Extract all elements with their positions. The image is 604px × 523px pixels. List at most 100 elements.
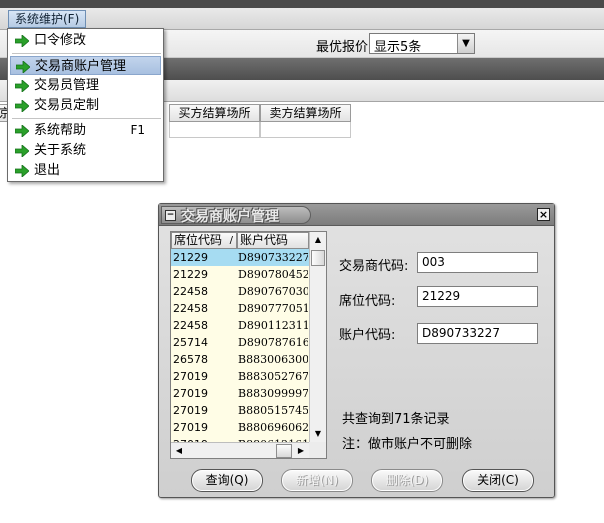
note-text: 注：做市账户不可删除 <box>342 437 473 452</box>
seat-code-field[interactable]: 21229 <box>417 286 538 307</box>
seat-code: 26578 <box>173 353 208 366</box>
seat-code: 27019 <box>173 387 208 400</box>
trader-code-field[interactable]: 003 <box>417 252 538 273</box>
top-strip <box>0 0 604 8</box>
arrow-right-icon <box>15 145 29 157</box>
seat-code: 22458 <box>173 319 208 332</box>
dialog-titlebar[interactable]: − 交易商账户管理 × <box>159 204 554 226</box>
scrollbar-corner <box>309 442 326 458</box>
account-code: B880696062 <box>238 421 308 434</box>
delete-button[interactable]: 删除(D) <box>371 469 443 492</box>
chevron-down-icon[interactable]: ▼ <box>457 34 474 53</box>
close-button[interactable]: 关闭(C) <box>462 469 534 492</box>
seat-code: 27019 <box>173 404 208 417</box>
list-item[interactable]: 27019 B883099997 <box>171 385 309 402</box>
seat-code-label: 席位代码: <box>339 294 396 309</box>
list-item[interactable]: 27019 B883052767 <box>171 368 309 385</box>
list-item[interactable]: 27019 B880696062 <box>171 419 309 436</box>
account-list[interactable]: 席位代码 / 账户代码 21229 D890733227 21229 D890780… <box>170 231 327 459</box>
menu-system-maintenance[interactable]: 系统维护(F) <box>8 10 87 28</box>
menu-item-about[interactable]: 关于系统 <box>10 141 161 160</box>
trader-code-label: 交易商代码: <box>339 259 409 274</box>
list-header-seat-label: 席位代码 <box>174 233 223 247</box>
menu-item-label: 系统帮助 <box>34 123 87 138</box>
seat-code: 21229 <box>173 251 208 264</box>
seat-code: 25714 <box>173 336 208 349</box>
menu-item-label: 交易员定制 <box>34 98 100 113</box>
menu-item-label: 交易商账户管理 <box>35 59 127 74</box>
dialog-title: 交易商账户管理 <box>181 209 279 225</box>
menu-item-trader-management[interactable]: 交易员管理 <box>10 76 161 95</box>
sort-indicator: / <box>229 235 233 246</box>
account-code: B883052767 <box>238 370 308 383</box>
trader-account-dialog: − 交易商账户管理 × 席位代码 / 账户代码 21229 D890733227 … <box>158 203 555 498</box>
menu-item-exit[interactable]: 退出 <box>10 161 161 180</box>
best-price-value: 显示5条 <box>374 40 422 55</box>
account-code: D890767030 <box>238 285 308 298</box>
account-code: D890733227 <box>238 251 308 264</box>
arrow-right-icon <box>15 125 29 137</box>
seat-code: 21229 <box>173 268 208 281</box>
account-code: D890112311 <box>238 319 308 332</box>
scroll-down-icon[interactable]: ▼ <box>310 426 326 442</box>
account-code: D890777051 <box>238 302 308 315</box>
grid-cell[interactable] <box>260 122 351 138</box>
list-item[interactable]: 21229 D890780452 <box>171 266 309 283</box>
seat-code: 27019 <box>173 421 208 434</box>
menu-item-label: 口令修改 <box>34 33 87 48</box>
list-item[interactable]: 21229 D890733227 <box>171 249 309 266</box>
grid-header-seller: 卖方结算场所 <box>260 104 351 122</box>
system-menu-icon[interactable]: − <box>165 210 176 221</box>
arrow-right-icon <box>15 80 29 92</box>
list-item[interactable]: 25714 D890787616 <box>171 334 309 351</box>
account-code: B880515745 <box>238 404 308 417</box>
list-header-account[interactable]: 账户代码 <box>237 232 309 249</box>
close-icon[interactable]: × <box>537 208 550 221</box>
seat-code: 22458 <box>173 302 208 315</box>
horizontal-scrollbar[interactable]: ◀ ▶ <box>171 442 309 458</box>
list-item[interactable]: 22458 D890112311 <box>171 317 309 334</box>
query-button[interactable]: 查询(Q) <box>191 469 263 492</box>
menu-item-password[interactable]: 口令修改 <box>10 31 161 50</box>
menu-item-label: 交易员管理 <box>34 78 100 93</box>
arrow-right-icon <box>15 165 29 177</box>
menu-item-label: 退出 <box>34 163 61 178</box>
account-code-field[interactable]: D890733227 <box>417 323 538 344</box>
menu-bar: 系统维护(F) <box>0 8 604 30</box>
list-item[interactable]: 27019 B880515745 <box>171 402 309 419</box>
account-code: D890780452 <box>238 268 308 281</box>
menu-item-label: 关于系统 <box>34 143 87 158</box>
list-rows: 21229 D890733227 21229 D890780452 22458 D89… <box>171 249 309 453</box>
scroll-right-icon[interactable]: ▶ <box>293 443 309 458</box>
seat-code: 27019 <box>173 370 208 383</box>
system-maintenance-menu: 口令修改 交易商账户管理 交易员管理 交易员定制 系统帮助 F1 关于系统 退出 <box>7 28 164 182</box>
arrow-right-icon <box>15 100 29 112</box>
list-header-seat[interactable]: 席位代码 / <box>171 232 237 249</box>
best-price-select[interactable]: 显示5条 ▼ <box>369 33 475 55</box>
account-code: B883006300 <box>238 353 308 366</box>
scroll-left-icon[interactable]: ◀ <box>171 443 187 458</box>
menu-item-trader-accounts[interactable]: 交易商账户管理 <box>10 56 161 75</box>
scroll-up-icon[interactable]: ▲ <box>310 232 326 248</box>
menu-separator <box>12 53 161 54</box>
best-price-label: 最优报价 <box>316 40 369 55</box>
list-item[interactable]: 22458 D890777051 <box>171 300 309 317</box>
account-code: B883099997 <box>238 387 308 400</box>
list-item[interactable]: 22458 D890767030 <box>171 283 309 300</box>
list-item[interactable]: 26578 B883006300 <box>171 351 309 368</box>
menu-separator <box>12 118 161 119</box>
scroll-thumb[interactable] <box>311 250 325 266</box>
menu-item-trader-customize[interactable]: 交易员定制 <box>10 96 161 115</box>
vertical-scrollbar[interactable]: ▲ ▼ <box>309 232 326 442</box>
account-code: D890787616 <box>238 336 308 349</box>
arrow-right-icon <box>16 61 30 73</box>
seat-code: 22458 <box>173 285 208 298</box>
menu-item-help[interactable]: 系统帮助 F1 <box>10 121 161 140</box>
grid-header-buyer: 买方结算场所 <box>169 104 260 122</box>
scroll-thumb[interactable] <box>276 444 292 458</box>
menu-item-shortcut: F1 <box>130 123 145 137</box>
account-code-label: 账户代码: <box>339 328 396 343</box>
add-button[interactable]: 新增(N) <box>281 469 353 492</box>
arrow-right-icon <box>15 35 29 47</box>
grid-cell[interactable] <box>169 122 260 138</box>
